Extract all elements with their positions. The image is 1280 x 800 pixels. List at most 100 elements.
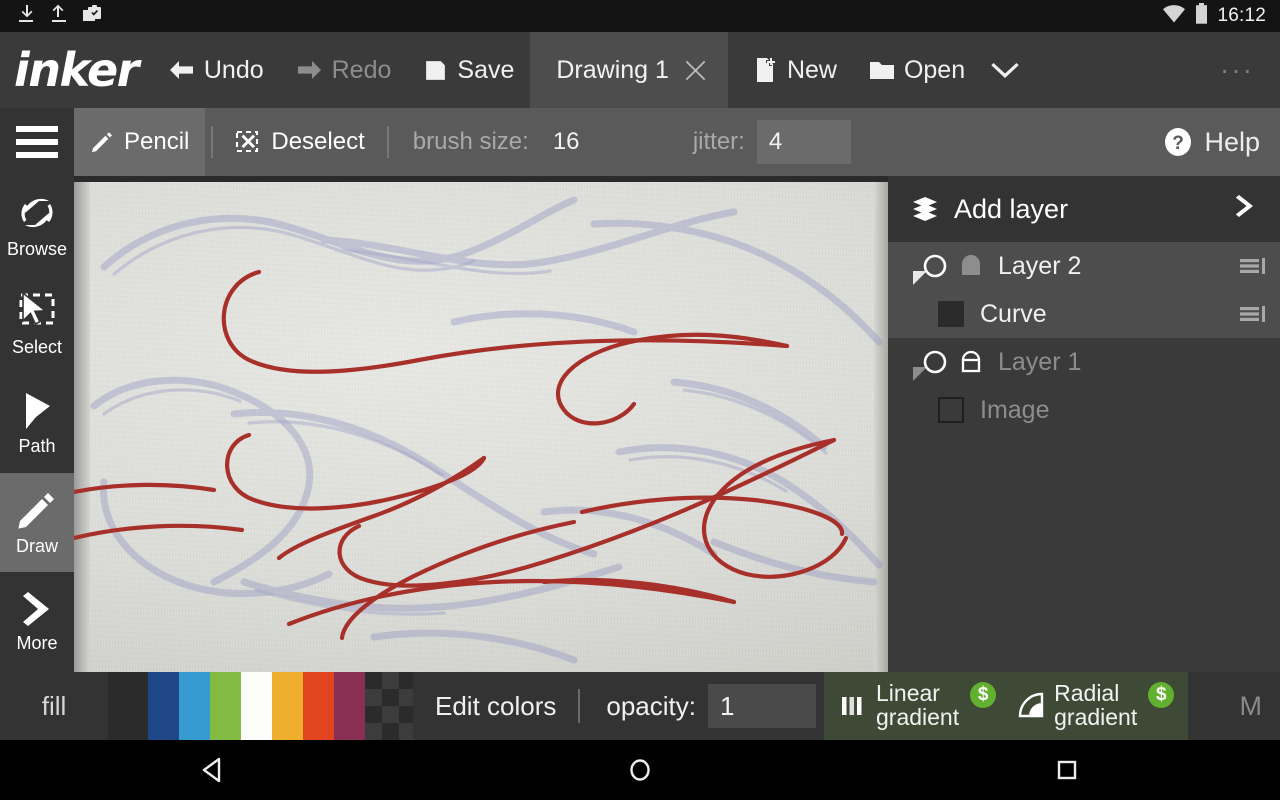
tool-label: Draw bbox=[16, 536, 58, 557]
linear-gradient-button[interactable]: Linear gradient $ bbox=[840, 682, 996, 729]
add-layer-label: Add layer bbox=[954, 194, 1068, 225]
color-swatch-7[interactable] bbox=[334, 672, 365, 740]
linear-gradient-icon bbox=[840, 692, 868, 720]
lock-bag-icon[interactable] bbox=[958, 253, 984, 279]
help-label: Help bbox=[1204, 127, 1260, 158]
pencil-icon bbox=[90, 130, 114, 154]
color-bar: fill Edit colors opacity: 1 Linear gradi… bbox=[0, 672, 1280, 740]
status-bar-system-icons: 16:12 bbox=[1162, 3, 1280, 29]
save-button[interactable]: Save bbox=[407, 32, 530, 108]
path-arrow-icon bbox=[16, 390, 58, 432]
layer-name: Layer 2 bbox=[998, 252, 1081, 281]
opacity-input[interactable]: 1 bbox=[708, 684, 816, 728]
jitter-input[interactable]: 4 bbox=[757, 120, 851, 164]
status-bar-notification-icons bbox=[0, 4, 103, 29]
tool-label: Select bbox=[12, 337, 62, 358]
arrow-left-icon bbox=[168, 59, 195, 81]
help-button[interactable]: ? Help bbox=[1163, 127, 1280, 158]
divider bbox=[211, 126, 213, 158]
battery-icon bbox=[1195, 3, 1208, 29]
color-swatch-5[interactable] bbox=[272, 672, 303, 740]
task-complete-icon bbox=[82, 4, 103, 29]
object-color-swatch[interactable] bbox=[938, 301, 964, 327]
gradient-tools-group: Linear gradient $ Radial gradient $ bbox=[824, 672, 1188, 740]
color-swatch-0[interactable] bbox=[108, 672, 148, 740]
canvas-artwork bbox=[74, 182, 888, 672]
object-name: Image bbox=[980, 396, 1049, 425]
chevron-right-icon[interactable] bbox=[1232, 193, 1258, 226]
unlock-bag-icon[interactable] bbox=[958, 349, 984, 375]
tab-label: Drawing 1 bbox=[556, 56, 669, 85]
deselect-button[interactable]: Deselect bbox=[219, 108, 380, 176]
color-swatch-4[interactable] bbox=[241, 672, 272, 740]
radial-gradient-button[interactable]: Radial gradient $ bbox=[1016, 682, 1174, 729]
app-logo: inker bbox=[0, 47, 152, 93]
close-icon[interactable] bbox=[683, 58, 708, 83]
layer-row-image[interactable]: Image bbox=[888, 386, 1280, 434]
object-name: Curve bbox=[980, 300, 1047, 329]
document-tab-drawing-1[interactable]: Drawing 1 bbox=[530, 32, 728, 108]
layer-row-layer-1[interactable]: Layer 1 bbox=[888, 338, 1280, 386]
object-menu-handle[interactable] bbox=[1238, 301, 1280, 327]
upload-icon bbox=[49, 4, 69, 29]
tool-path[interactable]: Path bbox=[0, 374, 74, 473]
overflow-menu-button[interactable]: ··· bbox=[1220, 54, 1280, 86]
tool-label: Path bbox=[18, 436, 55, 457]
save-label: Save bbox=[457, 56, 514, 85]
redo-button[interactable]: Redo bbox=[280, 32, 408, 108]
color-swatch-6[interactable] bbox=[303, 672, 334, 740]
tool-select[interactable]: Select bbox=[0, 275, 74, 374]
radial-gradient-label: Radial gradient bbox=[1054, 682, 1137, 729]
opacity-label: opacity: bbox=[580, 691, 708, 722]
layer-menu-handle[interactable] bbox=[1238, 253, 1280, 279]
fill-mode-label[interactable]: fill bbox=[0, 691, 108, 722]
visibility-circle-icon[interactable] bbox=[922, 349, 948, 375]
jitter-label: jitter: bbox=[635, 128, 757, 156]
visibility-circle-icon[interactable] bbox=[922, 253, 948, 279]
file-menu-dropdown-button[interactable] bbox=[981, 32, 1029, 108]
tool-draw[interactable]: Draw bbox=[0, 473, 74, 572]
drawing-canvas[interactable] bbox=[74, 176, 888, 672]
color-swatch-1[interactable] bbox=[148, 672, 179, 740]
tool-label: More bbox=[16, 633, 57, 654]
chevron-right-icon bbox=[17, 589, 57, 629]
premium-badge: $ bbox=[970, 682, 996, 708]
add-layer-button[interactable]: Add layer bbox=[888, 176, 1280, 242]
save-disk-icon bbox=[423, 58, 448, 83]
tool-options-bar: Pencil Deselect brush size: 16 jitter: 4… bbox=[0, 108, 1280, 176]
tool-more[interactable]: More bbox=[0, 572, 74, 671]
brush-size-input[interactable]: 16 bbox=[541, 120, 635, 164]
tool-rail: Browse Select Path Draw bbox=[0, 176, 74, 672]
transparent-swatch[interactable] bbox=[365, 672, 413, 740]
color-swatch-3[interactable] bbox=[210, 672, 241, 740]
pencil-tool-button[interactable]: Pencil bbox=[74, 108, 205, 176]
help-question-icon: ? bbox=[1163, 127, 1193, 157]
pencil-tool-label: Pencil bbox=[124, 128, 189, 156]
new-document-button[interactable]: New bbox=[728, 32, 853, 108]
edit-colors-button[interactable]: Edit colors bbox=[413, 691, 578, 722]
color-swatch-2[interactable] bbox=[179, 672, 210, 740]
open-document-button[interactable]: Open bbox=[853, 32, 981, 108]
premium-badge: $ bbox=[1148, 682, 1174, 708]
layer-row-curve[interactable]: Curve bbox=[888, 290, 1280, 338]
arrow-right-icon bbox=[296, 59, 323, 81]
nav-home-button[interactable] bbox=[625, 755, 655, 785]
mode-label[interactable]: M bbox=[1240, 691, 1280, 722]
deselect-icon bbox=[235, 130, 261, 154]
download-icon bbox=[16, 4, 36, 29]
svg-text:?: ? bbox=[1173, 133, 1185, 154]
tool-label: Browse bbox=[7, 239, 67, 260]
pencil-icon bbox=[15, 488, 59, 532]
select-marquee-icon bbox=[15, 291, 59, 333]
undo-label: Undo bbox=[204, 56, 264, 85]
browse-leaf-icon bbox=[15, 191, 59, 235]
tool-browse[interactable]: Browse bbox=[0, 176, 74, 275]
nav-recents-button[interactable] bbox=[1052, 755, 1082, 785]
undo-button[interactable]: Undo bbox=[152, 32, 280, 108]
nav-back-button[interactable] bbox=[198, 755, 228, 785]
layer-row-layer-2[interactable]: Layer 2 bbox=[888, 242, 1280, 290]
layer-name: Layer 1 bbox=[998, 348, 1081, 377]
hamburger-menu-button[interactable] bbox=[0, 108, 74, 176]
layers-panel: Add layer Layer 2 bbox=[888, 176, 1280, 672]
object-color-swatch[interactable] bbox=[938, 397, 964, 423]
